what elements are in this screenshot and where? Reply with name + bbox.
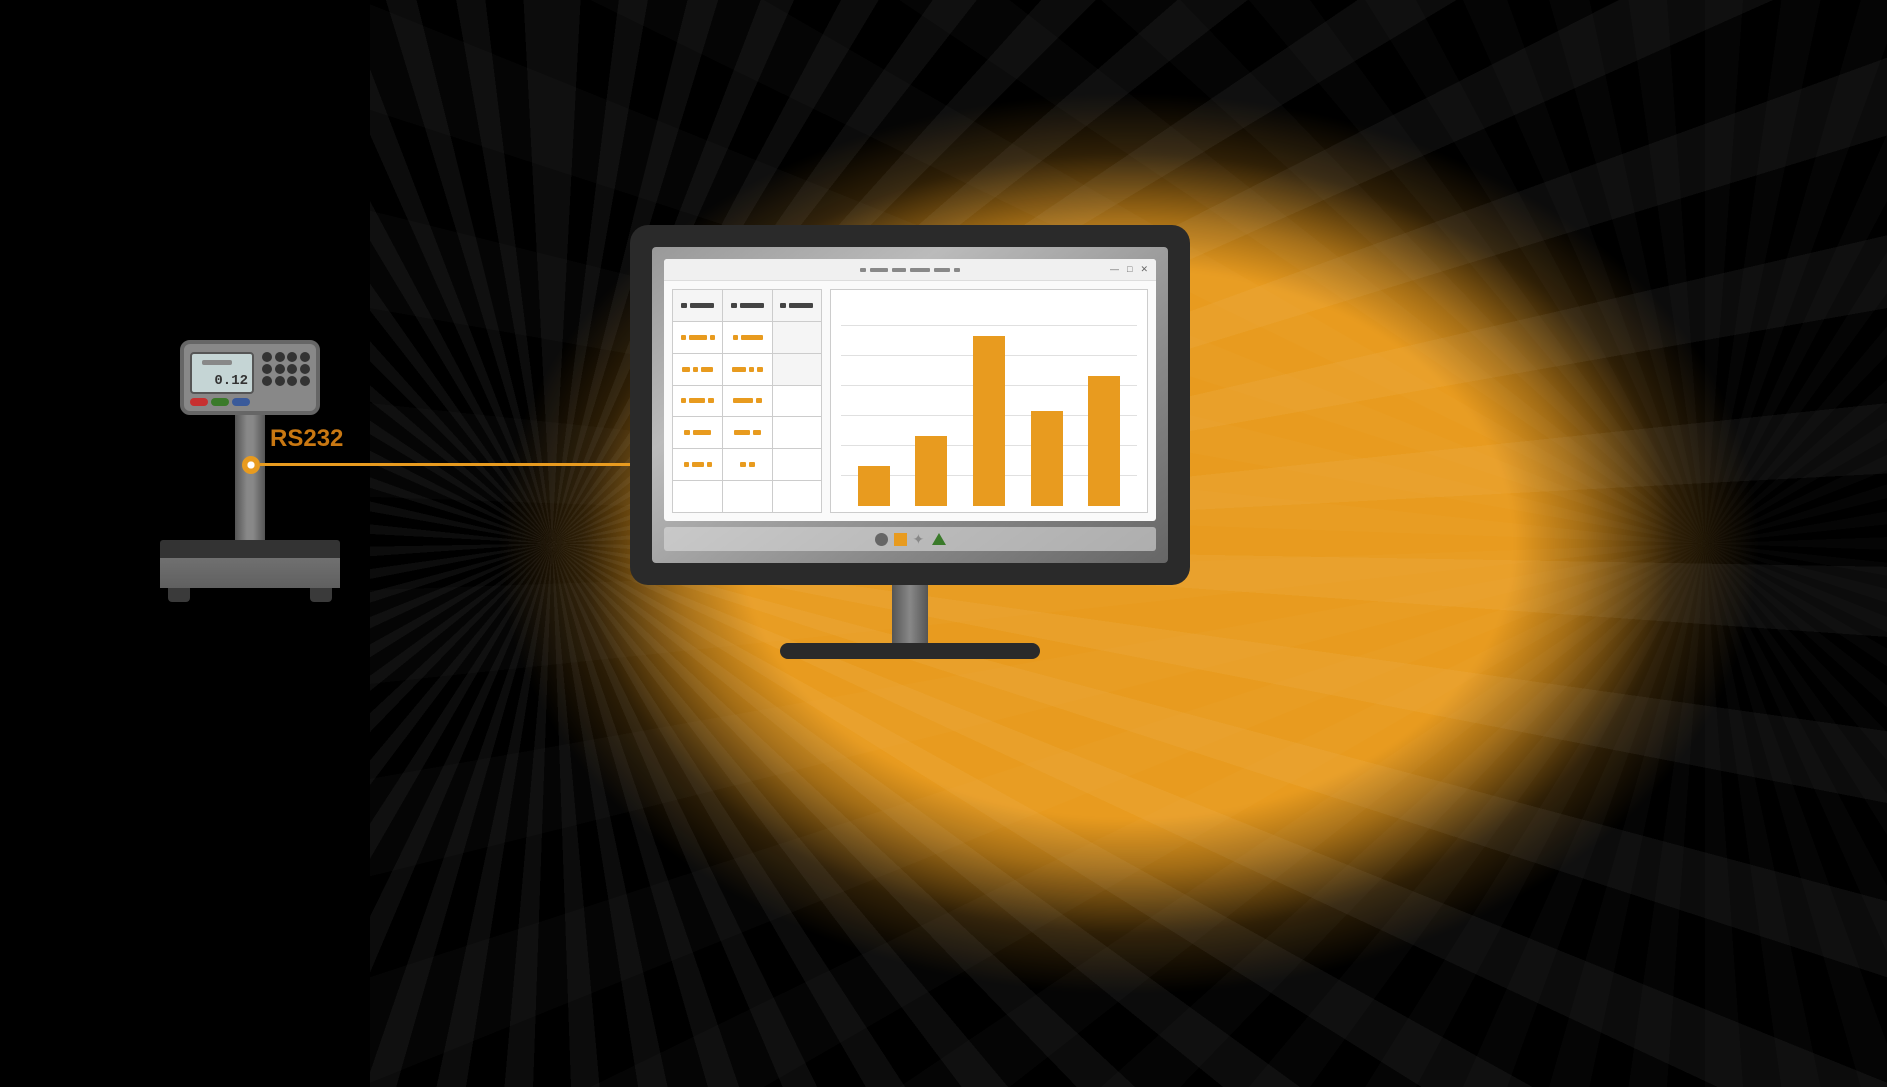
table-cell bbox=[772, 321, 821, 353]
chart-bars-container bbox=[841, 326, 1137, 506]
keypad-button[interactable] bbox=[262, 364, 272, 374]
table-header bbox=[673, 290, 723, 322]
keypad-button[interactable] bbox=[287, 352, 297, 362]
table-cell bbox=[673, 385, 723, 417]
keypad-button[interactable] bbox=[275, 364, 285, 374]
table-cell bbox=[723, 321, 772, 353]
scale-platform-body bbox=[160, 558, 340, 588]
chart-bar bbox=[1031, 411, 1063, 506]
monitor-stand-base bbox=[780, 643, 1040, 659]
table-header bbox=[723, 290, 772, 322]
scale-lcd-display: 0.12 bbox=[190, 352, 254, 394]
window-controls: — □ ✕ bbox=[1110, 264, 1148, 275]
table-cell bbox=[723, 481, 772, 513]
table-cell bbox=[772, 449, 821, 481]
keypad-button[interactable] bbox=[275, 352, 285, 362]
chart-bar bbox=[858, 466, 890, 506]
scale-pole bbox=[235, 415, 265, 545]
scale-keypad bbox=[262, 352, 310, 386]
scale-foot bbox=[310, 588, 332, 602]
scale-blue-button[interactable] bbox=[232, 398, 250, 406]
keypad-button[interactable] bbox=[300, 352, 310, 362]
keypad-button[interactable] bbox=[287, 376, 297, 386]
monitor-screen: — □ ✕ bbox=[652, 247, 1168, 563]
table-cell bbox=[723, 353, 772, 385]
table-cell bbox=[723, 449, 772, 481]
chart-bar bbox=[1088, 376, 1120, 506]
taskbar-square-icon[interactable] bbox=[894, 533, 907, 546]
weighing-scale-device: 0.12 bbox=[150, 340, 350, 610]
table-cell bbox=[772, 481, 821, 513]
close-button[interactable]: ✕ bbox=[1140, 264, 1148, 275]
chart-bar bbox=[915, 436, 947, 506]
scale-green-button[interactable] bbox=[211, 398, 229, 406]
taskbar-circle-icon[interactable] bbox=[875, 533, 888, 546]
table-cell bbox=[673, 417, 723, 449]
table-header bbox=[772, 290, 821, 322]
maximize-button[interactable]: □ bbox=[1127, 264, 1132, 275]
keypad-button[interactable] bbox=[275, 376, 285, 386]
data-table bbox=[672, 289, 822, 513]
computer-monitor: — □ ✕ bbox=[630, 225, 1190, 659]
keypad-button[interactable] bbox=[300, 364, 310, 374]
connection-protocol-label: RS232 bbox=[270, 425, 343, 453]
minimize-button[interactable]: — bbox=[1110, 264, 1119, 275]
table-cell bbox=[772, 385, 821, 417]
table-cell bbox=[723, 417, 772, 449]
window-titlebar: — □ ✕ bbox=[664, 259, 1156, 281]
scale-foot bbox=[168, 588, 190, 602]
chart-bar bbox=[973, 336, 1005, 506]
table-cell bbox=[673, 321, 723, 353]
window-body bbox=[664, 281, 1156, 521]
keypad-button[interactable] bbox=[262, 352, 272, 362]
keypad-button[interactable] bbox=[300, 376, 310, 386]
table-cell bbox=[723, 385, 772, 417]
taskbar: ✦ bbox=[664, 527, 1156, 551]
table-cell bbox=[673, 353, 723, 385]
scale-platform-top bbox=[160, 540, 340, 558]
connection-line bbox=[260, 463, 660, 466]
application-window: — □ ✕ bbox=[664, 259, 1156, 521]
scale-function-buttons bbox=[190, 398, 250, 406]
monitor-stand-neck bbox=[892, 585, 928, 643]
scale-red-button[interactable] bbox=[190, 398, 208, 406]
table-cell bbox=[673, 449, 723, 481]
connection-port-icon bbox=[242, 456, 260, 474]
keypad-button[interactable] bbox=[262, 376, 272, 386]
taskbar-sparkle-icon[interactable]: ✦ bbox=[913, 533, 926, 546]
scale-indicator-head: 0.12 bbox=[180, 340, 320, 415]
monitor-frame: — □ ✕ bbox=[630, 225, 1190, 585]
table-cell bbox=[772, 353, 821, 385]
taskbar-triangle-icon[interactable] bbox=[932, 533, 946, 545]
table-cell bbox=[673, 481, 723, 513]
table-cell bbox=[772, 417, 821, 449]
bar-chart-panel bbox=[830, 289, 1148, 513]
window-title bbox=[860, 268, 960, 272]
keypad-button[interactable] bbox=[287, 364, 297, 374]
